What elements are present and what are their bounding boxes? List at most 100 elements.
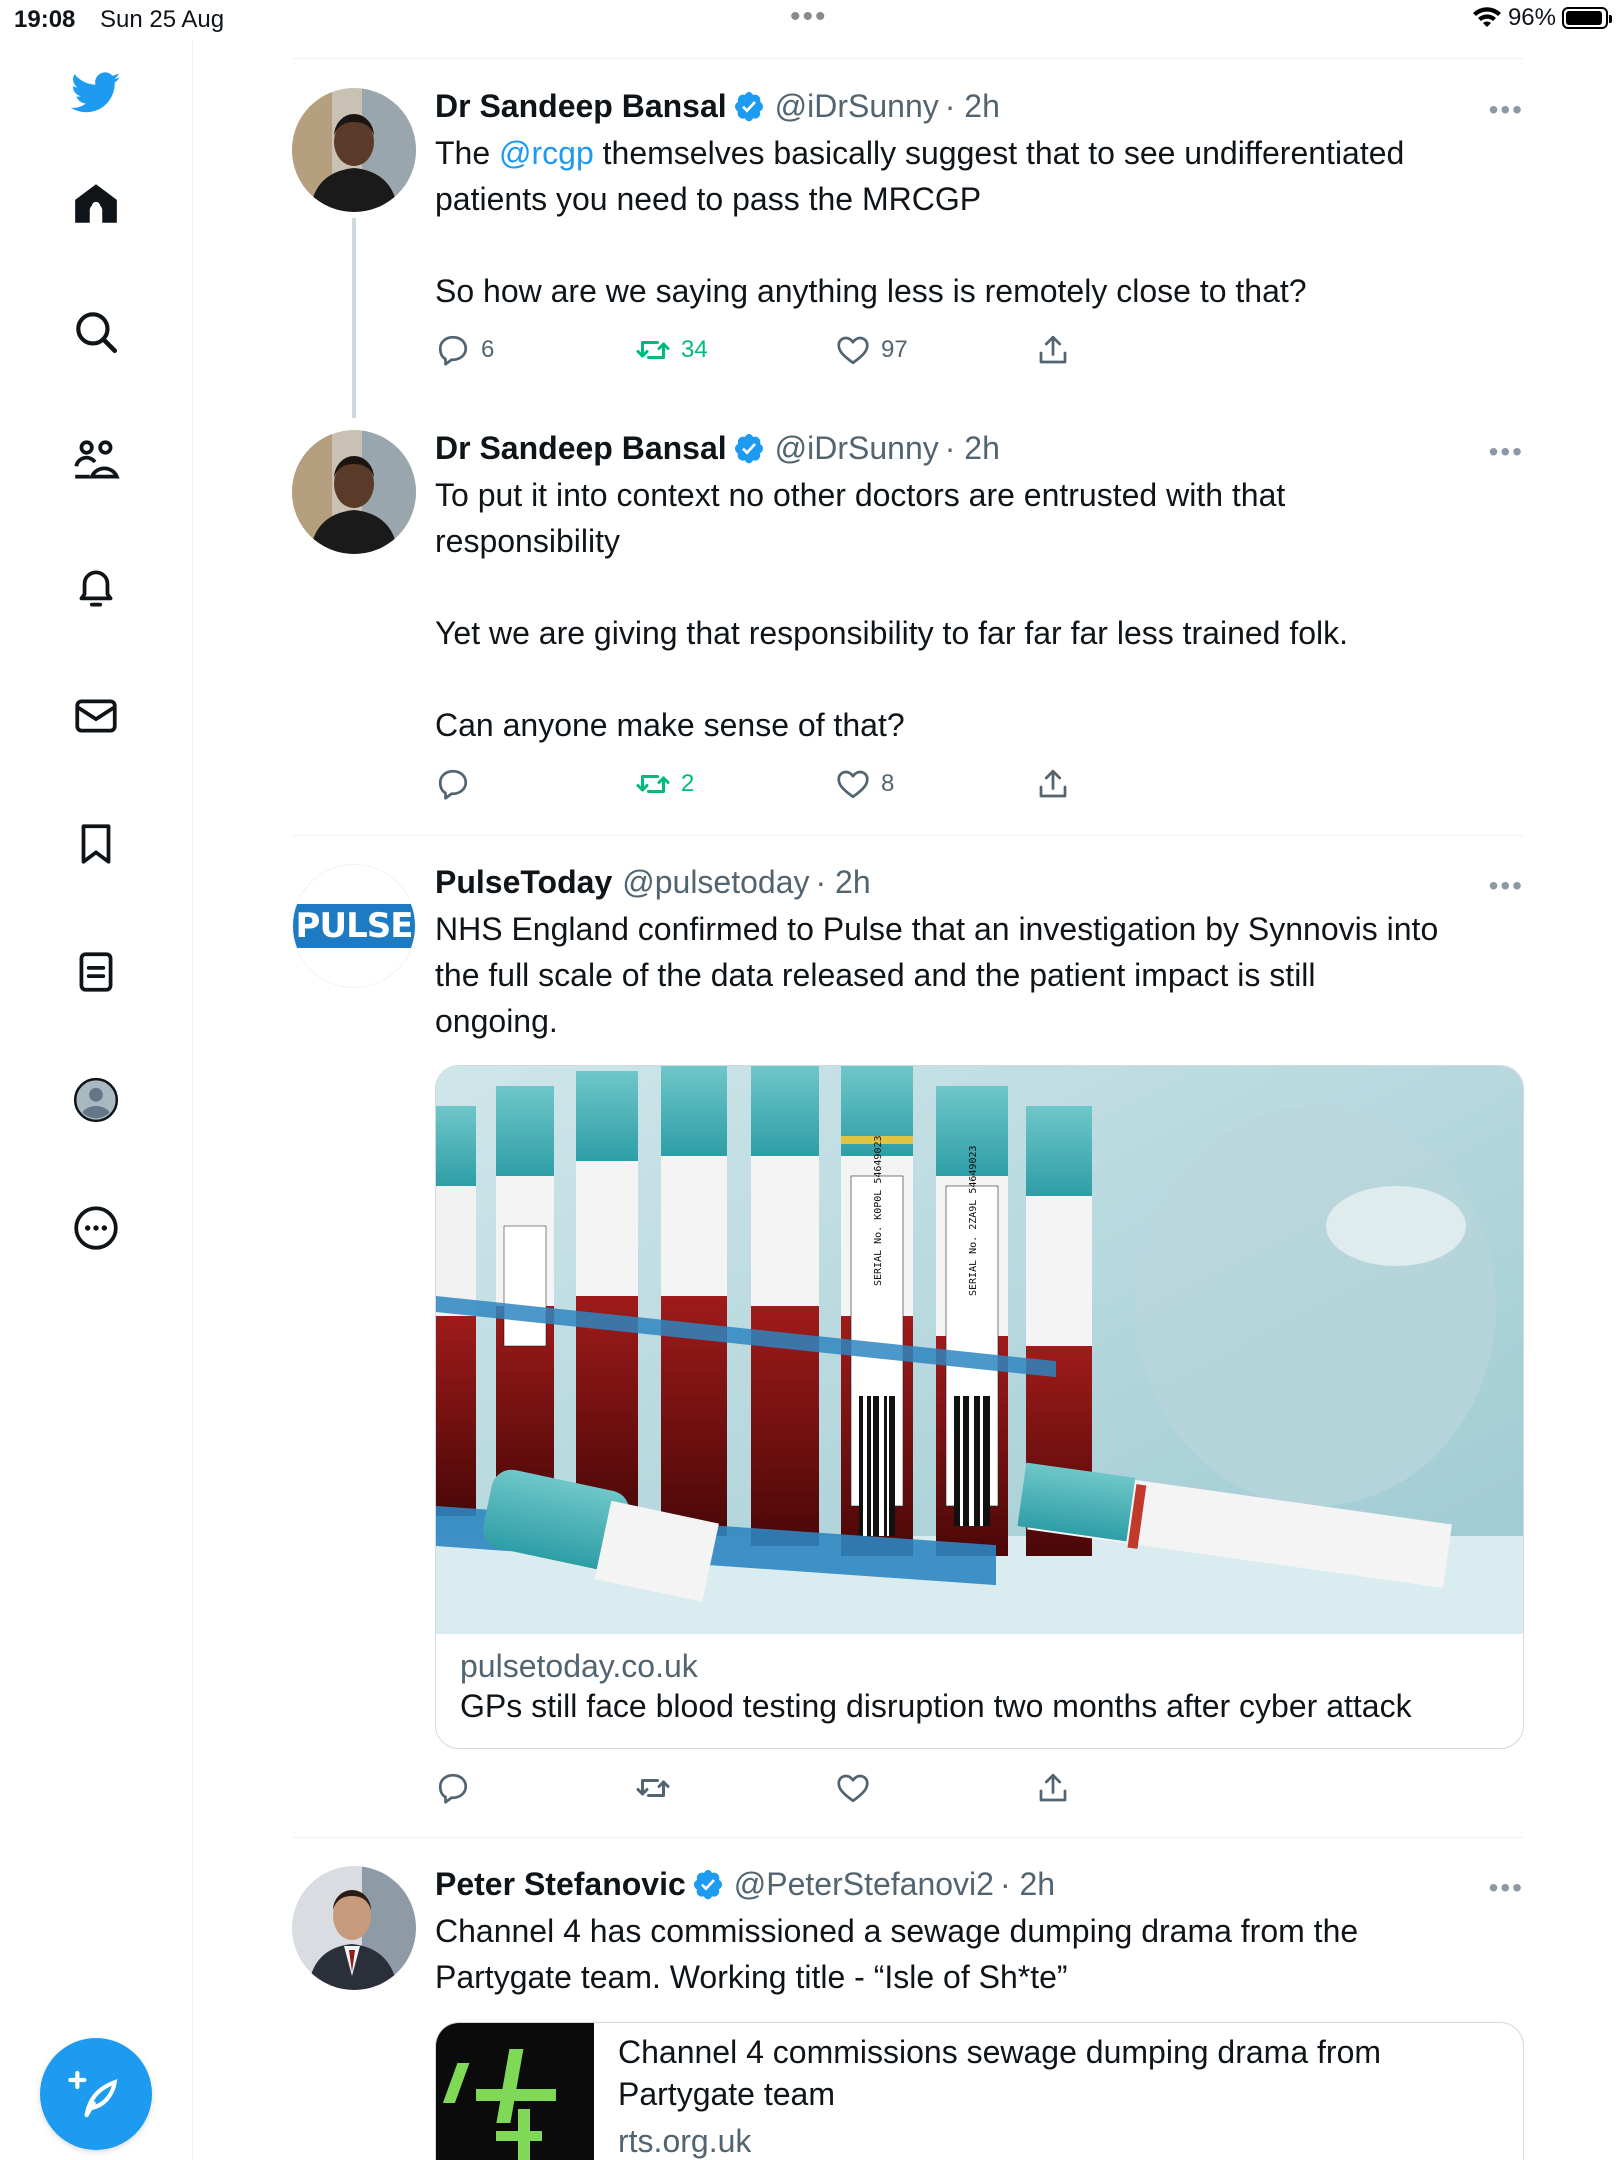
card-title: GPs still face blood testing disruption … — [460, 1688, 1412, 1724]
author-name[interactable]: Dr Sandeep Bansal — [435, 430, 727, 467]
channel4-logo — [436, 2023, 594, 2160]
thread-line — [352, 218, 356, 418]
author-handle[interactable]: @PeterStefanovi2 — [734, 1866, 994, 1903]
avatar[interactable] — [292, 430, 416, 554]
tweet-divider — [292, 835, 1524, 836]
like-button[interactable]: 8 — [835, 766, 894, 802]
card-title-line: Channel 4 commissions sewage dumping dra… — [618, 2034, 1382, 2070]
author-handle[interactable]: @pulsetoday — [622, 864, 809, 901]
reply-button[interactable]: 6 — [435, 332, 494, 368]
lists-icon[interactable] — [60, 936, 132, 1008]
multitasking-dots[interactable]: ••• — [790, 0, 828, 34]
avatar[interactable] — [292, 88, 416, 212]
avatar[interactable] — [292, 1866, 416, 1990]
more-options-icon[interactable]: ••• — [1489, 436, 1524, 468]
compose-feather-icon — [68, 2070, 118, 2118]
pulse-logo: PULSE — [293, 904, 415, 948]
card-title: Channel 4 commissions sewage dumping dra… — [618, 2031, 1381, 2115]
link-card[interactable]: SERIAL No. K0P0L 54649023 SERIAL No. 2ZA… — [435, 1065, 1524, 1749]
author-name[interactable]: Peter Stefanovic — [435, 1866, 686, 1903]
tweet[interactable]: PULSE PulseToday @pulsetoday · 2h ••• NH… — [292, 864, 1524, 1804]
tweet-header: Dr Sandeep Bansal @iDrSunny · 2h — [435, 426, 1000, 470]
author-handle[interactable]: @iDrSunny — [775, 88, 939, 125]
tweet[interactable]: Peter Stefanovic @PeterStefanovi2 · 2h •… — [292, 1866, 1524, 2160]
tweet-text: The @rcgp themselves basically suggest t… — [435, 130, 1515, 314]
status-right: 96% — [1472, 4, 1612, 32]
heart-icon — [837, 1774, 869, 1803]
feed-top-divider — [292, 58, 1524, 59]
tweet-actions: 2 8 — [435, 766, 1135, 806]
status-time: 19:08 — [14, 6, 76, 33]
card-title-line: Partygate team — [618, 2076, 835, 2112]
channel4-logo-icon — [442, 2049, 556, 2160]
reply-button[interactable] — [435, 766, 481, 802]
tweet[interactable]: Dr Sandeep Bansal @iDrSunny · 2h ••• To … — [292, 430, 1524, 810]
tweet-time[interactable]: · 2h — [816, 864, 871, 901]
retweet-icon — [636, 775, 670, 793]
link-card[interactable]: Channel 4 commissions sewage dumping dra… — [435, 2022, 1524, 2160]
reply-icon — [438, 769, 468, 800]
like-count: 8 — [881, 770, 895, 797]
retweet-button[interactable] — [635, 1770, 681, 1806]
share-button[interactable] — [1035, 1770, 1071, 1806]
reply-icon — [438, 1773, 468, 1804]
communities-icon[interactable] — [60, 424, 132, 496]
status-bar: 19:08 Sun 25 Aug ••• 96% — [0, 0, 1620, 40]
mention-link[interactable]: @rcgp — [499, 135, 594, 171]
retweet-button[interactable]: 2 — [635, 766, 694, 802]
heart-icon — [837, 770, 869, 799]
tweet-text: NHS England confirmed to Pulse that an i… — [435, 911, 1439, 1039]
search-icon[interactable] — [60, 296, 132, 368]
wifi-icon — [1472, 7, 1501, 27]
sidebar — [0, 40, 193, 2160]
more-options-icon[interactable]: ••• — [1489, 94, 1524, 126]
card-domain: pulsetoday.co.uk — [460, 1648, 698, 1684]
more-options-icon[interactable] — [60, 1192, 132, 1264]
card-image: SERIAL No. K0P0L 54649023 SERIAL No. 2ZA… — [436, 1066, 1523, 1634]
tweet-text: To put it into context no other doctors … — [435, 477, 1349, 743]
tube-serial-label: SERIAL No. K0P0L 54649023 — [873, 1135, 884, 1286]
status-date: Sun 25 Aug — [100, 6, 225, 33]
tweet-header: Peter Stefanovic @PeterStefanovi2 · 2h — [435, 1862, 1055, 1906]
like-button[interactable]: 97 — [835, 332, 908, 368]
battery-fill — [1566, 11, 1603, 25]
notifications-bell-icon[interactable] — [60, 552, 132, 624]
tweet-time[interactable]: · 2h — [945, 430, 1000, 467]
reply-button[interactable] — [435, 1770, 481, 1806]
verified-badge-icon — [693, 1870, 722, 1900]
like-button[interactable] — [835, 1770, 881, 1806]
reply-icon — [438, 335, 468, 366]
share-button[interactable] — [1035, 332, 1071, 368]
tweet-time[interactable]: · 2h — [945, 88, 1000, 125]
retweet-count: 2 — [681, 770, 695, 797]
twitter-logo-icon[interactable] — [60, 56, 132, 128]
tweet-time[interactable]: · 2h — [1000, 1866, 1055, 1903]
battery-percent: 96% — [1507, 4, 1556, 31]
share-icon — [1039, 1773, 1067, 1802]
tweet-text: Channel 4 has commissioned a sewage dump… — [435, 1913, 1359, 1995]
author-name[interactable]: PulseToday — [435, 864, 612, 901]
more-options-icon[interactable]: ••• — [1489, 870, 1524, 902]
avatar[interactable]: PULSE — [292, 864, 416, 988]
more-options-icon[interactable]: ••• — [1489, 1872, 1524, 1904]
retweet-icon — [636, 1779, 670, 1797]
like-count: 97 — [881, 336, 908, 363]
share-icon — [1039, 769, 1067, 798]
author-handle[interactable]: @iDrSunny — [775, 430, 939, 467]
bookmarks-icon[interactable] — [60, 808, 132, 880]
share-icon — [1039, 335, 1067, 364]
tweet-actions — [435, 1770, 1135, 1810]
retweet-button[interactable]: 34 — [635, 332, 708, 368]
verified-badge-icon — [734, 92, 763, 122]
messages-envelope-icon[interactable] — [60, 680, 132, 752]
profile-avatar-icon[interactable] — [60, 1064, 132, 1136]
share-button[interactable] — [1035, 766, 1071, 802]
tweet-divider — [292, 1837, 1524, 1838]
tweet-actions: 6 34 97 — [435, 332, 1135, 372]
tweet-header: PulseToday @pulsetoday · 2h — [435, 860, 871, 904]
tweet[interactable]: Dr Sandeep Bansal @iDrSunny · 2h ••• The… — [292, 88, 1524, 418]
author-name[interactable]: Dr Sandeep Bansal — [435, 88, 727, 125]
compose-tweet-button[interactable] — [40, 2038, 152, 2150]
home-icon[interactable] — [60, 168, 132, 240]
tweet-header: Dr Sandeep Bansal @iDrSunny · 2h — [435, 84, 1000, 128]
